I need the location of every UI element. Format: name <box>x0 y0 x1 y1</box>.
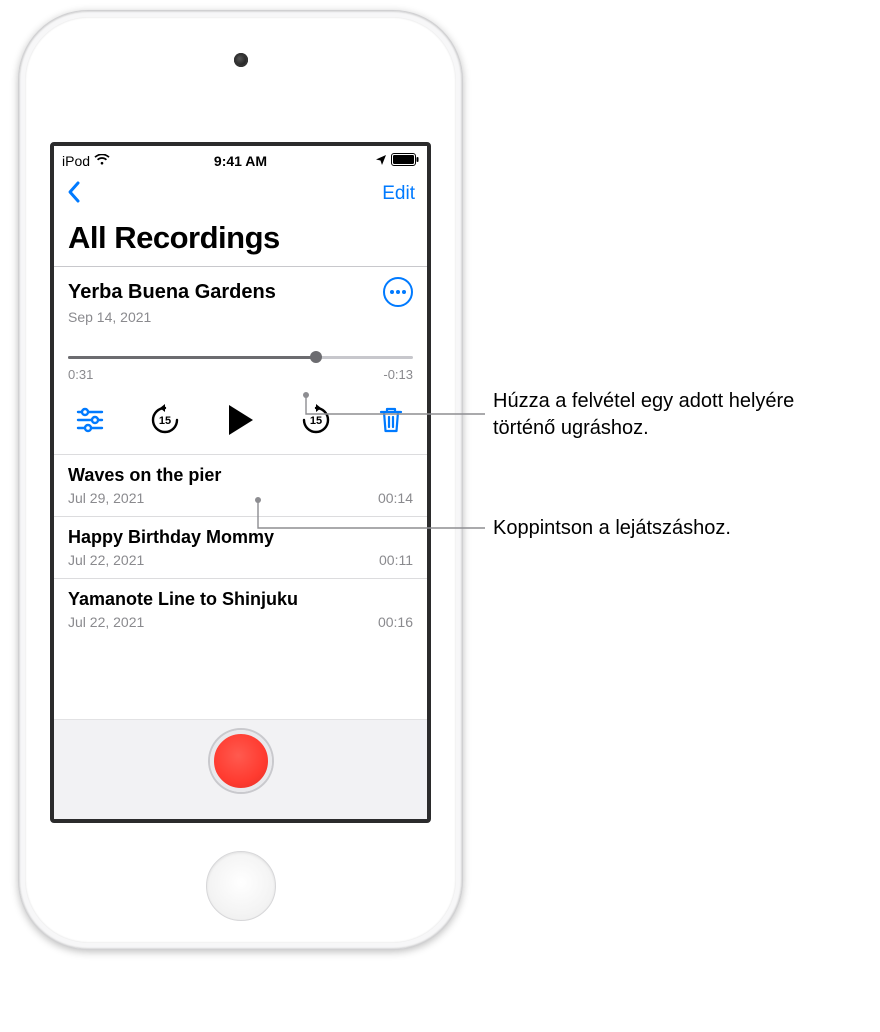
list-item[interactable]: Yamanote Line to Shinjuku Jul 22, 2021 0… <box>54 579 427 640</box>
device-frame: iPod 9:41 AM <box>18 10 463 950</box>
svg-text:15: 15 <box>310 415 322 427</box>
more-button[interactable] <box>383 277 413 307</box>
skip-forward-button[interactable]: 15 <box>296 400 336 440</box>
item-duration: 00:11 <box>379 552 413 568</box>
list-item[interactable]: Waves on the pier Jul 29, 2021 00:14 <box>54 455 427 517</box>
record-button[interactable] <box>210 730 272 792</box>
delete-button[interactable] <box>371 400 411 440</box>
item-date: Jul 22, 2021 <box>68 614 144 630</box>
scrubber[interactable] <box>68 351 413 365</box>
callout-scrub: Húzza a felvétel egy adott helyére törté… <box>493 388 853 442</box>
record-bar <box>54 719 427 819</box>
scrubber-knob[interactable] <box>310 351 322 363</box>
camera-dot <box>234 53 248 67</box>
item-duration: 00:16 <box>378 614 413 630</box>
item-date: Jul 29, 2021 <box>68 490 144 506</box>
item-duration: 00:14 <box>378 490 413 506</box>
selected-title: Yerba Buena Gardens <box>68 281 276 304</box>
item-title: Yamanote Line to Shinjuku <box>68 589 413 610</box>
list-item[interactable]: Happy Birthday Mommy Jul 22, 2021 00:11 <box>54 517 427 579</box>
skip-back-button[interactable]: 15 <box>145 400 185 440</box>
item-date: Jul 22, 2021 <box>68 552 144 568</box>
screen: iPod 9:41 AM <box>50 142 431 823</box>
play-button[interactable] <box>221 400 261 440</box>
scrubber-fill <box>68 356 316 359</box>
playback-controls: 15 15 <box>68 382 413 446</box>
selected-date: Sep 14, 2021 <box>68 309 413 325</box>
options-button[interactable] <box>70 400 110 440</box>
svg-text:15: 15 <box>159 415 171 427</box>
item-title: Waves on the pier <box>68 465 413 486</box>
status-time: 9:41 AM <box>54 153 427 169</box>
selected-recording[interactable]: Yerba Buena Gardens Sep 14, 2021 0:31 -0… <box>54 267 427 455</box>
remaining-time: -0:13 <box>383 367 413 382</box>
back-button[interactable] <box>66 180 82 209</box>
home-button[interactable] <box>206 851 276 921</box>
recordings-list[interactable]: Waves on the pier Jul 29, 2021 00:14 Hap… <box>54 455 427 719</box>
nav-bar: Edit <box>54 172 427 216</box>
elapsed-time: 0:31 <box>68 367 93 382</box>
item-title: Happy Birthday Mommy <box>68 527 413 548</box>
callout-play: Koppintson a lejátszáshoz. <box>493 515 863 542</box>
device-inner: iPod 9:41 AM <box>25 17 456 943</box>
status-bar: iPod 9:41 AM <box>54 146 427 172</box>
page-title: All Recordings <box>54 216 427 266</box>
edit-button[interactable]: Edit <box>382 183 415 205</box>
